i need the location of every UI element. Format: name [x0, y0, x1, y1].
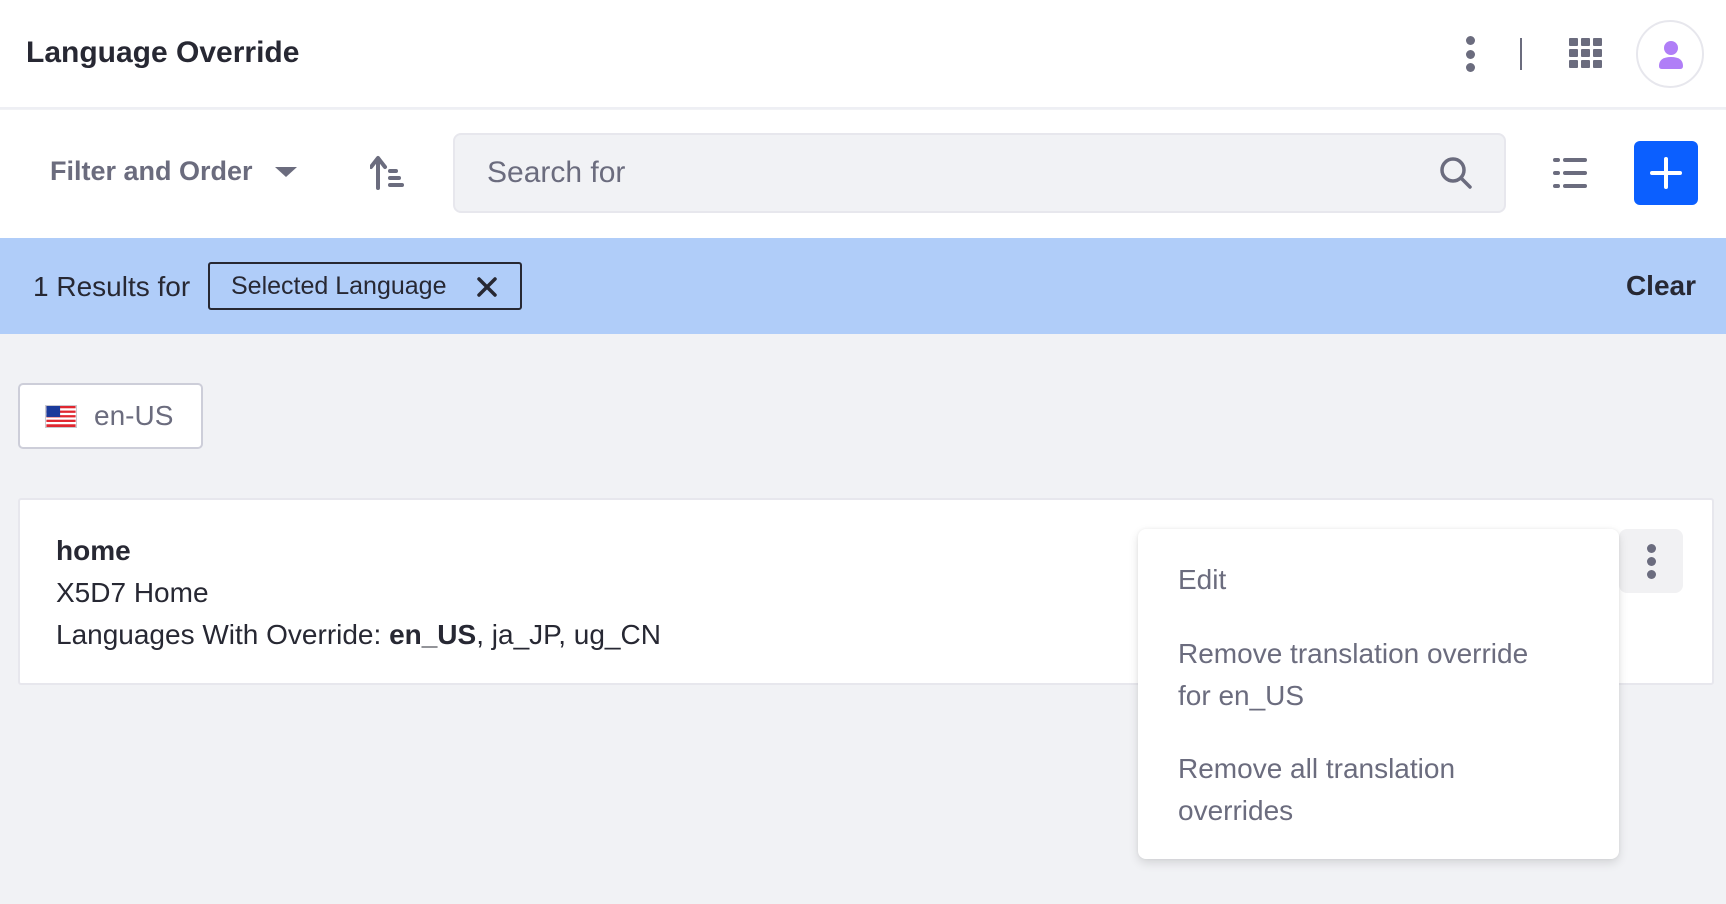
- results-bar: 1 Results for Selected Language Clear: [0, 238, 1726, 334]
- list-view-icon[interactable]: [1552, 155, 1588, 191]
- menu-item-remove-all-overrides[interactable]: Remove all translation overrides: [1138, 748, 1498, 832]
- add-button[interactable]: [1634, 141, 1698, 205]
- menu-item-remove-override-en-us[interactable]: Remove translation override for en_US: [1138, 633, 1578, 717]
- search-field: [453, 133, 1506, 213]
- search-input[interactable]: [487, 135, 1387, 211]
- dot: [1646, 543, 1656, 553]
- languages-current: en_US: [389, 619, 477, 650]
- close-icon[interactable]: [476, 276, 498, 298]
- menu-item-edit[interactable]: Edit: [1138, 559, 1619, 601]
- management-toolbar: Filter and Order: [0, 110, 1726, 238]
- page-title: Language Override: [26, 36, 300, 69]
- ellipsis-v-icon[interactable]: [1458, 36, 1482, 72]
- languages-label: Languages With Override:: [56, 619, 390, 650]
- app-header: Language Override: [0, 0, 1726, 109]
- header-divider: [1520, 38, 1522, 70]
- user-avatar[interactable]: [1636, 20, 1704, 88]
- dot: [1646, 556, 1656, 566]
- clear-button[interactable]: Clear: [1626, 270, 1696, 302]
- filter-chip-label: Selected Language: [231, 271, 447, 300]
- item-value: X5D7 Home: [56, 577, 209, 608]
- filter-and-order-dropdown[interactable]: Filter and Order: [50, 156, 297, 187]
- filter-and-order-label: Filter and Order: [50, 156, 253, 186]
- item-actions-menu: Edit Remove translation override for en_…: [1138, 529, 1619, 859]
- item-actions-button[interactable]: [1619, 529, 1683, 593]
- item-languages: Languages With Override: en_US, ja_JP, u…: [56, 619, 661, 651]
- apps-grid-icon[interactable]: [1569, 38, 1603, 70]
- us-flag-icon: [45, 404, 77, 428]
- caret-down-icon: [274, 166, 297, 177]
- dot: [1646, 569, 1656, 579]
- language-selector-label: en-US: [94, 400, 174, 431]
- item-key[interactable]: home: [56, 535, 131, 567]
- filter-chip: Selected Language: [208, 262, 522, 310]
- search-icon[interactable]: [1438, 155, 1474, 191]
- language-selector-button[interactable]: en-US: [18, 383, 203, 449]
- order-arrow-up-icon[interactable]: [370, 155, 404, 191]
- results-summary: 1 Results for: [33, 271, 191, 302]
- languages-rest: , ja_JP, ug_CN: [476, 619, 661, 650]
- user-icon: [1659, 41, 1683, 69]
